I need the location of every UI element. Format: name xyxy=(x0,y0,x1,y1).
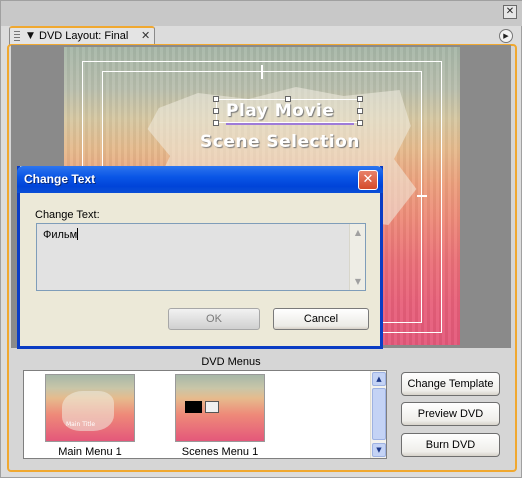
dvd-menus-list: Main Title Main Menu 1 Scenes Menu 1 ▲ ▼ xyxy=(23,370,387,459)
dvd-menus-label: DVD Menus xyxy=(201,356,261,368)
selection-handle[interactable] xyxy=(213,108,219,114)
dialog-close-button[interactable]: ✕ xyxy=(358,170,378,190)
tab-title: DVD Layout: Final xyxy=(39,30,129,42)
grip-icon[interactable] xyxy=(14,31,20,42)
thumb-title-text: Main Title xyxy=(66,421,96,428)
menus-scrollbar[interactable]: ▲ ▼ xyxy=(370,371,386,458)
dialog-title: Change Text xyxy=(24,172,96,186)
menu-thumbnail-scenes-menu-1[interactable] xyxy=(175,374,265,442)
selection-handle[interactable] xyxy=(357,96,363,102)
button-highlight xyxy=(226,123,354,125)
scroll-down-icon[interactable]: ▼ xyxy=(372,443,386,457)
scroll-up-icon[interactable]: ▲ xyxy=(351,225,365,240)
change-text-label: Change Text: xyxy=(35,209,100,221)
selection-handle[interactable] xyxy=(357,108,363,114)
panel-close-button[interactable]: ✕ xyxy=(503,5,517,19)
selection-handle[interactable] xyxy=(213,96,219,102)
ok-button[interactable]: OK xyxy=(168,308,260,330)
change-text-value: Фильм xyxy=(43,229,78,241)
menu-thumbnail-main-menu-1[interactable]: Main Title xyxy=(45,374,135,442)
selection-handle[interactable] xyxy=(213,120,219,126)
change-template-button[interactable]: Change Template xyxy=(401,372,500,396)
change-text-field[interactable]: Фильм ▲ ▼ xyxy=(36,223,366,291)
menu-thumbnail-label: Main Menu 1 xyxy=(58,446,122,458)
dropdown-arrow-icon[interactable]: ▼ xyxy=(27,31,34,41)
dialog-titlebar[interactable]: Change Text ✕ xyxy=(17,166,383,193)
panel-header: ✕ xyxy=(1,1,522,26)
center-guide-right xyxy=(417,195,427,197)
textarea-scrollbar[interactable]: ▲ ▼ xyxy=(349,224,365,290)
scroll-up-icon[interactable]: ▲ xyxy=(372,372,386,386)
cancel-button[interactable]: Cancel xyxy=(273,308,369,330)
change-text-dialog: Change Text ✕ Change Text: Фильм ▲ ▼ OK … xyxy=(17,166,383,349)
dvd-layout-panel: ✕ ▼ DVD Layout: Final ✕ ▶ Play Movie Sce… xyxy=(0,0,522,478)
menu-thumbnail-label: Scenes Menu 1 xyxy=(181,446,259,458)
center-guide-top xyxy=(261,65,263,79)
selection-handle[interactable] xyxy=(357,120,363,126)
scene-image-thumb xyxy=(205,401,219,413)
menu-item-scene-selection[interactable]: Scene Selection xyxy=(200,132,360,152)
text-cursor xyxy=(77,228,79,240)
scrollbar-thumb[interactable] xyxy=(372,388,386,440)
burn-dvd-button[interactable]: Burn DVD xyxy=(401,433,500,457)
panel-menu-button[interactable]: ▶ xyxy=(499,29,513,43)
tab-dvd-layout[interactable]: ▼ DVD Layout: Final ✕ xyxy=(9,26,155,45)
tab-close-icon[interactable]: ✕ xyxy=(141,29,150,42)
preview-dvd-button[interactable]: Preview DVD xyxy=(401,402,500,426)
menu-item-play-movie[interactable]: Play Movie xyxy=(226,101,334,121)
scene-marker-thumb xyxy=(185,401,202,413)
scroll-down-icon[interactable]: ▼ xyxy=(351,274,365,289)
